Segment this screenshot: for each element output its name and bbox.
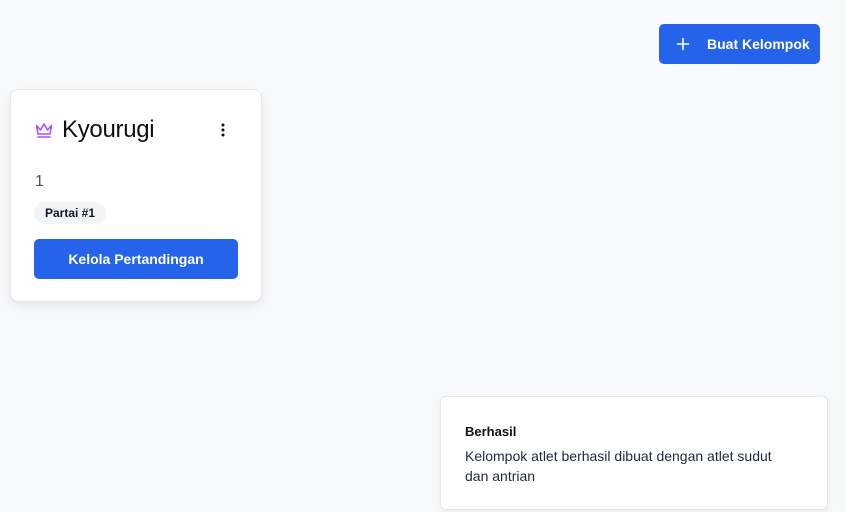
toast-message: Kelompok atlet berhasil dibuat dengan at… (465, 448, 772, 484)
plus-icon (676, 37, 690, 51)
create-group-label: Buat Kelompok (707, 36, 810, 52)
group-card: Kyourugi 1 Partai #1 Kelola Pertandingan (10, 89, 262, 302)
success-toast: Berhasil Kelompok atlet berhasil dibuat … (440, 396, 828, 510)
athlete-count: 1 (35, 173, 44, 190)
manage-match-button[interactable]: Kelola Pertandingan (34, 239, 238, 279)
card-title: Kyourugi (62, 116, 155, 143)
scrollbar-track (845, 0, 851, 512)
create-group-button[interactable]: Buat Kelompok (659, 24, 820, 64)
kebab-menu-icon[interactable] (211, 120, 235, 140)
crown-icon (34, 121, 54, 139)
match-badge: Partai #1 (34, 202, 107, 224)
manage-match-label: Kelola Pertandingan (68, 251, 204, 267)
toast-title: Berhasil (465, 424, 517, 439)
card-header: Kyourugi (34, 116, 155, 144)
